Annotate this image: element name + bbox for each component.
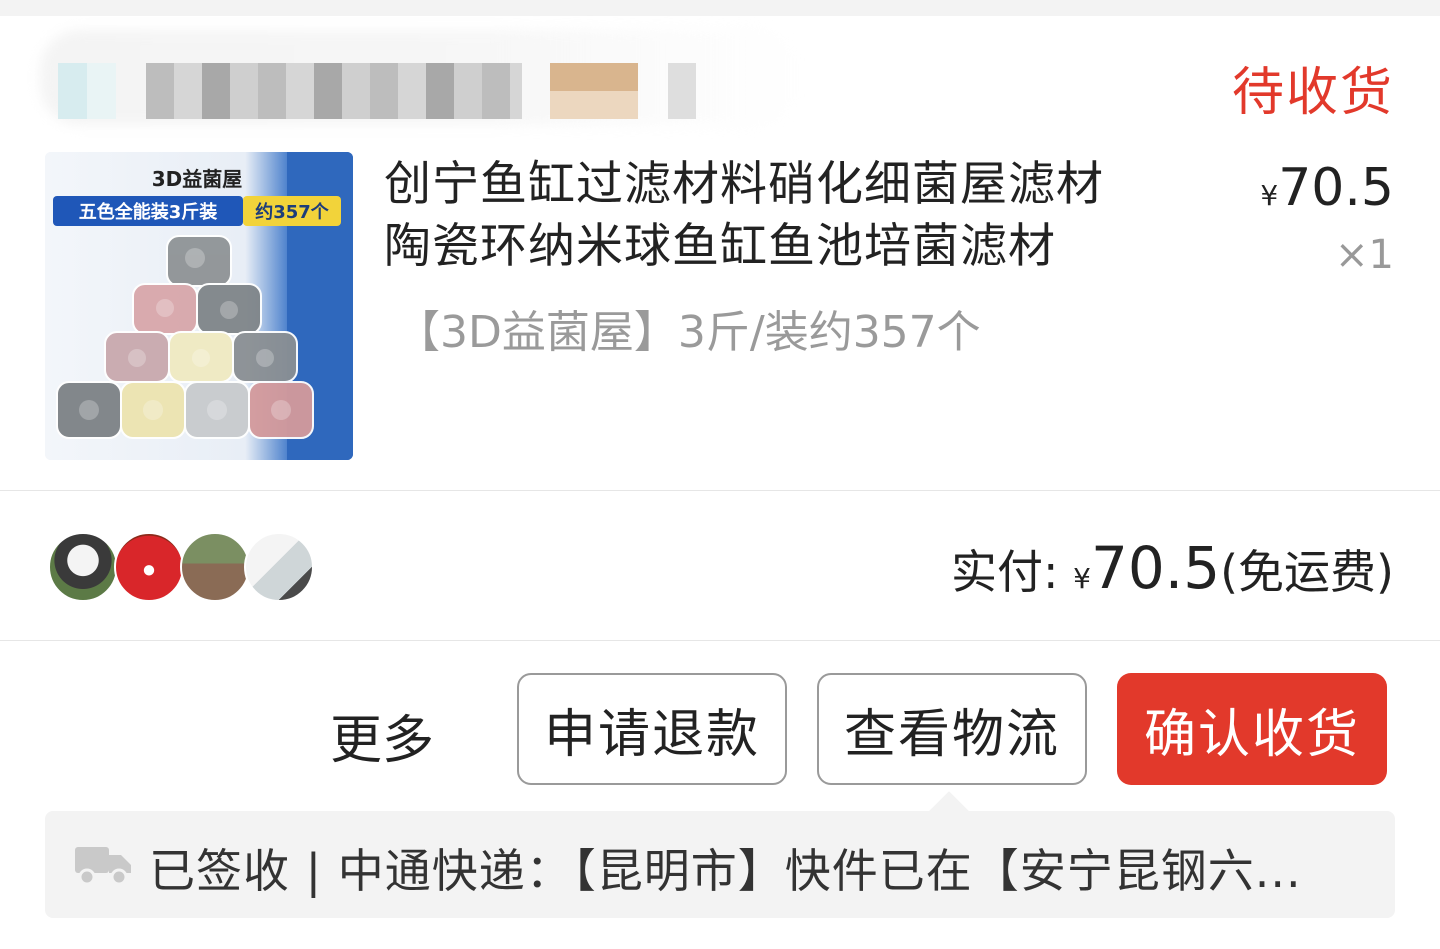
paid-label: 实付:: [951, 545, 1059, 599]
logistics-text: 已签收 | 中通快递：【昆明市】快件已在【安宁昆钢六...: [149, 844, 1302, 898]
paid-currency: ¥: [1073, 562, 1091, 595]
image-badge-left: 五色全能装3斤装: [79, 201, 218, 223]
truck-icon: [75, 847, 131, 886]
price-currency: ¥: [1260, 179, 1279, 212]
image-badge-right: 约357个: [255, 201, 330, 223]
quantity: ×1: [1335, 232, 1394, 278]
order-status: 待收货: [1231, 63, 1394, 123]
product-title-line2: 陶瓷环纳米球鱼缸鱼池培菌滤材: [384, 219, 1056, 274]
paid-amount: 实付: ¥70.5(免运费): [951, 534, 1394, 602]
unit-price: ¥70.5: [1260, 158, 1394, 218]
view-logistics-button[interactable]: 查看物流: [817, 673, 1087, 785]
refund-button[interactable]: 申请退款: [517, 673, 787, 785]
logistics-summary[interactable]: 已签收 | 中通快递：【昆明市】快件已在【安宁昆钢六...: [45, 791, 1395, 918]
store-name-blurred[interactable]: [40, 30, 800, 125]
paid-value: 70.5: [1090, 534, 1221, 602]
divider: [0, 490, 1440, 491]
confirm-receipt-button[interactable]: 确认收货: [1117, 673, 1387, 785]
product-spec: 【3D益菌屋】3斤/装约357个: [396, 307, 981, 358]
product-title-line1: 创宁鱼缸过滤材料硝化细菌屋滤材: [384, 157, 1104, 212]
product-image[interactable]: 3D益菌屋 五色全能装3斤装 约357个: [45, 152, 353, 460]
price-value: 70.5: [1278, 158, 1394, 218]
shipping-note: (免运费): [1220, 545, 1394, 599]
avatar[interactable]: [114, 532, 184, 602]
bubble-pointer: [929, 791, 969, 831]
avatar[interactable]: [48, 532, 118, 602]
avatar[interactable]: [244, 532, 314, 602]
more-button[interactable]: 更多: [330, 698, 434, 773]
avatar[interactable]: [180, 532, 250, 602]
product-title[interactable]: 创宁鱼缸过滤材料硝化细菌屋滤材 陶瓷环纳米球鱼缸鱼池培菌滤材: [384, 154, 1204, 278]
image-badge-top: 3D益菌屋: [152, 167, 243, 191]
top-edge: [0, 0, 1440, 16]
divider: [0, 640, 1440, 641]
